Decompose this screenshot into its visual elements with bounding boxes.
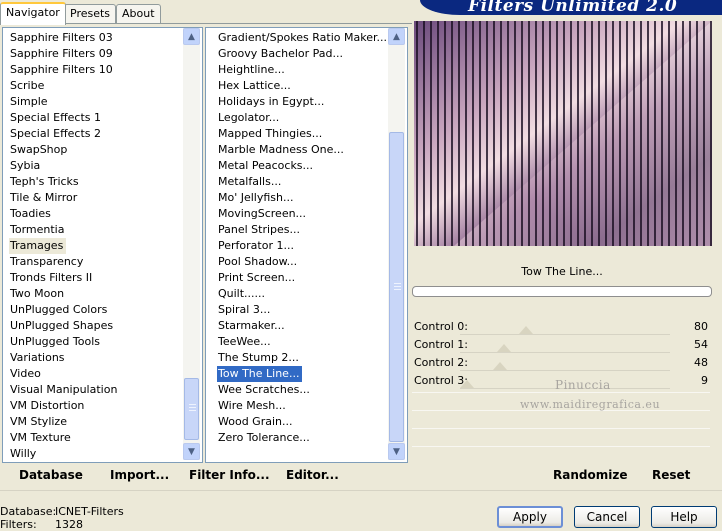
filter-item[interactable]: Print Screen... bbox=[218, 270, 295, 286]
tab-about[interactable]: About bbox=[116, 4, 161, 23]
filter-item[interactable]: Holidays in Egypt... bbox=[218, 94, 324, 110]
filter-item[interactable]: Gradient/Spokes Ratio Maker... bbox=[218, 30, 387, 46]
control-slider[interactable] bbox=[460, 352, 670, 353]
category-item[interactable]: Transparency bbox=[10, 254, 83, 270]
cancel-button[interactable]: Cancel bbox=[574, 506, 640, 528]
filter-info-button[interactable]: Filter Info... bbox=[189, 468, 270, 482]
control-value[interactable]: 54 bbox=[680, 338, 708, 351]
control-slider-thumb[interactable] bbox=[492, 362, 507, 370]
category-item[interactable]: Tronds Filters II bbox=[10, 270, 92, 286]
category-scroll-thumb[interactable] bbox=[184, 378, 199, 440]
watermark-url: www.maidiregrafica.eu bbox=[520, 398, 661, 411]
filter-item[interactable]: MovingScreen... bbox=[218, 206, 306, 222]
randomize-button[interactable]: Randomize bbox=[553, 468, 627, 482]
category-item[interactable]: Toadies bbox=[10, 206, 51, 222]
watermark-signature: Pinuccia bbox=[555, 378, 611, 392]
control-slider-thumb[interactable] bbox=[518, 326, 533, 334]
tab-navigator[interactable]: Navigator bbox=[0, 2, 66, 25]
category-item[interactable]: Variations bbox=[10, 350, 65, 366]
filter-item[interactable]: Pool Shadow... bbox=[218, 254, 297, 270]
filter-item[interactable]: Tow The Line... bbox=[217, 366, 303, 382]
category-item[interactable]: UnPlugged Colors bbox=[10, 302, 107, 318]
reset-button[interactable]: Reset bbox=[652, 468, 690, 482]
category-item[interactable]: Visual Manipulation bbox=[10, 382, 117, 398]
filter-item[interactable]: TeeWee... bbox=[218, 334, 271, 350]
category-item[interactable]: SwapShop bbox=[10, 142, 67, 158]
category-item[interactable]: Two Moon bbox=[10, 286, 64, 302]
current-filter-name: Tow The Line... bbox=[521, 265, 603, 278]
banner-title: Filters Unlimited 2.0 bbox=[468, 0, 678, 16]
control-slider-thumb[interactable] bbox=[497, 344, 512, 352]
filter-item[interactable]: Mapped Thingies... bbox=[218, 126, 322, 142]
filter-item[interactable]: Mo' Jellyfish... bbox=[218, 190, 294, 206]
category-item[interactable]: Sapphire Filters 10 bbox=[10, 62, 113, 78]
database-button[interactable]: Database bbox=[19, 468, 83, 482]
filter-item[interactable]: Metal Peacocks... bbox=[218, 158, 313, 174]
category-item[interactable]: VM Texture bbox=[10, 430, 71, 446]
control-value[interactable]: 80 bbox=[680, 320, 708, 333]
filter-item[interactable]: Legolator... bbox=[218, 110, 279, 126]
control-label: Control 1: bbox=[414, 338, 468, 351]
filter-item[interactable]: Starmaker... bbox=[218, 318, 285, 334]
filter-item[interactable]: Perforator 1... bbox=[218, 238, 294, 254]
filter-scroll-thumb[interactable] bbox=[389, 132, 404, 442]
category-item[interactable]: Sapphire Filters 03 bbox=[10, 30, 113, 46]
category-item[interactable]: Tile & Mirror bbox=[10, 190, 77, 206]
category-item[interactable]: Special Effects 2 bbox=[10, 126, 101, 142]
help-button[interactable]: Help bbox=[651, 506, 717, 528]
chevron-up-icon[interactable]: ▲ bbox=[183, 28, 200, 45]
category-item[interactable]: Scribe bbox=[10, 78, 44, 94]
category-scrollbar[interactable]: ▲ ▼ bbox=[183, 28, 200, 460]
control-slider-thumb[interactable] bbox=[460, 380, 475, 388]
control-value[interactable]: 48 bbox=[680, 356, 708, 369]
filter-item[interactable]: Wood Grain... bbox=[218, 414, 292, 430]
category-item[interactable]: UnPlugged Tools bbox=[10, 334, 100, 350]
category-item[interactable]: Willy bbox=[10, 446, 36, 462]
category-item[interactable]: Simple bbox=[10, 94, 48, 110]
chevron-down-icon[interactable]: ▼ bbox=[388, 443, 405, 460]
filter-item[interactable]: Hex Lattice... bbox=[218, 78, 291, 94]
filter-item[interactable]: Wee Scratches... bbox=[218, 382, 310, 398]
chevron-up-icon[interactable]: ▲ bbox=[388, 28, 405, 45]
category-item[interactable]: Sapphire Filters 09 bbox=[10, 46, 113, 62]
database-label: Database: bbox=[0, 505, 57, 518]
filter-item[interactable]: Groovy Bachelor Pad... bbox=[218, 46, 343, 62]
filter-item[interactable]: Spiral 3... bbox=[218, 302, 270, 318]
category-item[interactable]: Tramages bbox=[9, 238, 67, 254]
editor-button[interactable]: Editor... bbox=[286, 468, 339, 482]
category-item[interactable]: Special Effects 1 bbox=[10, 110, 101, 126]
filter-item[interactable]: Zero Tolerance... bbox=[218, 430, 310, 446]
filter-item[interactable]: The Stump 2... bbox=[218, 350, 299, 366]
filter-item[interactable]: Wire Mesh... bbox=[218, 398, 286, 414]
tab-presets[interactable]: Presets bbox=[64, 4, 117, 23]
category-item[interactable]: VM Stylize bbox=[10, 414, 67, 430]
filter-item[interactable]: Metalfalls... bbox=[218, 174, 281, 190]
filters-count-label: Filters: bbox=[0, 518, 37, 531]
control-label: Control 0: bbox=[414, 320, 468, 333]
filter-item[interactable]: Quilt...... bbox=[218, 286, 265, 302]
category-item[interactable]: VM Distortion bbox=[10, 398, 84, 414]
separator bbox=[0, 490, 722, 491]
category-item[interactable]: Sybia bbox=[10, 158, 40, 174]
category-item[interactable]: Video bbox=[10, 366, 41, 382]
control-slider[interactable] bbox=[460, 334, 670, 335]
database-value: ICNET-Filters bbox=[55, 505, 124, 518]
filter-item[interactable]: Panel Stripes... bbox=[218, 222, 300, 238]
filters-count-value: 1328 bbox=[55, 518, 83, 531]
apply-button[interactable]: Apply bbox=[497, 506, 563, 528]
filter-item[interactable]: Heightline... bbox=[218, 62, 285, 78]
preview-image bbox=[414, 21, 712, 246]
category-item[interactable]: Tormentia bbox=[10, 222, 64, 238]
import-button[interactable]: Import... bbox=[110, 468, 169, 482]
filter-item[interactable]: Marble Madness One... bbox=[218, 142, 344, 158]
chevron-down-icon[interactable]: ▼ bbox=[183, 443, 200, 460]
category-item[interactable]: Teph's Tricks bbox=[10, 174, 79, 190]
progress-bar bbox=[412, 286, 712, 297]
category-item[interactable]: UnPlugged Shapes bbox=[10, 318, 113, 334]
filter-scrollbar[interactable]: ▲ ▼ bbox=[388, 28, 405, 460]
control-label: Control 2: bbox=[414, 356, 468, 369]
control-slider[interactable] bbox=[460, 370, 670, 371]
control-value[interactable]: 9 bbox=[680, 374, 708, 387]
